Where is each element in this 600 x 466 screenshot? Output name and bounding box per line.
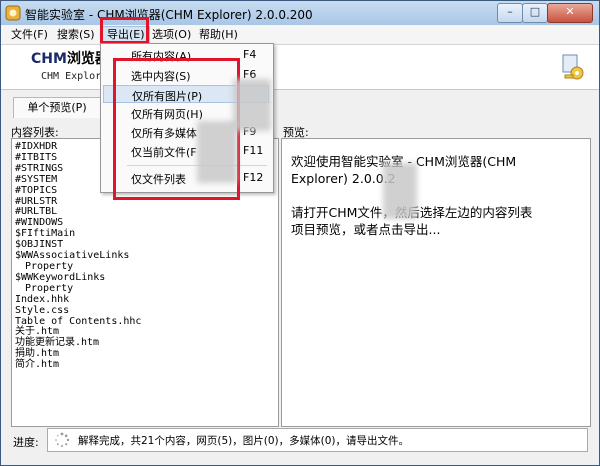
minimize-button[interactable]: – <box>497 3 523 23</box>
highlight-box-export-menu <box>100 17 149 44</box>
app-banner: CHM浏览器 CHM Explor <box>1 45 599 90</box>
list-item[interactable]: Style.css <box>15 305 141 317</box>
banner-title-lead: CHM <box>31 51 67 67</box>
list-item[interactable]: Index.hhk <box>15 294 141 306</box>
close-button[interactable]: ✕ <box>547 3 593 23</box>
list-item[interactable]: 简介.htm <box>15 359 141 371</box>
spinner-icon <box>55 432 70 447</box>
key-gear-icon <box>562 54 584 80</box>
preview-line-2: Explorer) 2.0.0.2 <box>291 171 396 186</box>
preview-line-4: 项目预览，或者点击导出... <box>291 222 441 237</box>
tab-strip: 单个预览(P) <box>1 91 599 118</box>
export-current-file-only-shortcut: F11 <box>243 144 264 157</box>
app-window: 智能实验室 - CHM浏览器(CHM Explorer) 2.0.0.200 –… <box>0 0 600 466</box>
blurred-watermark <box>197 121 237 183</box>
menu-help[interactable]: 帮助(H) <box>195 27 242 42</box>
menu-bar: 文件(F) 搜索(S) 导出(E) 选项(O) 帮助(H) <box>1 25 599 45</box>
window-title: 智能实验室 - CHM浏览器(CHM Explorer) 2.0.0.200 <box>25 8 313 22</box>
blurred-watermark <box>383 163 417 219</box>
banner-title: CHM浏览器 <box>31 48 109 68</box>
menu-options[interactable]: 选项(O) <box>148 27 195 42</box>
export-file-list-only-shortcut: F12 <box>243 171 264 184</box>
maximize-button[interactable]: □ <box>522 3 548 23</box>
tab-single-preview[interactable]: 单个预览(P) <box>13 97 101 118</box>
title-bar[interactable]: 智能实验室 - CHM浏览器(CHM Explorer) 2.0.0.200 –… <box>1 1 599 26</box>
app-icon <box>5 5 21 21</box>
menu-file[interactable]: 文件(F) <box>7 27 52 42</box>
banner-subtitle: CHM Explor <box>41 71 102 82</box>
progress-label: 进度: <box>13 436 39 449</box>
progress-box: 解释完成，共21个内容，网页(5)，图片(0)，多媒体(0)，请导出文件。 <box>47 428 588 452</box>
blurred-watermark <box>233 79 271 131</box>
status-bar: 进度: 解释完成，共21个内容，网页(5)，图片(0)，多媒体(0)，请导出文件… <box>1 427 599 465</box>
menu-search[interactable]: 搜索(S) <box>53 27 99 42</box>
export-all-content-shortcut: F4 <box>243 48 257 61</box>
preview-pane: 欢迎使用智能实验室 - CHM浏览器(CHM Explorer) 2.0.0.2… <box>281 138 591 427</box>
status-text: 解释完成，共21个内容，网页(5)，图片(0)，多媒体(0)，请导出文件。 <box>78 435 409 447</box>
